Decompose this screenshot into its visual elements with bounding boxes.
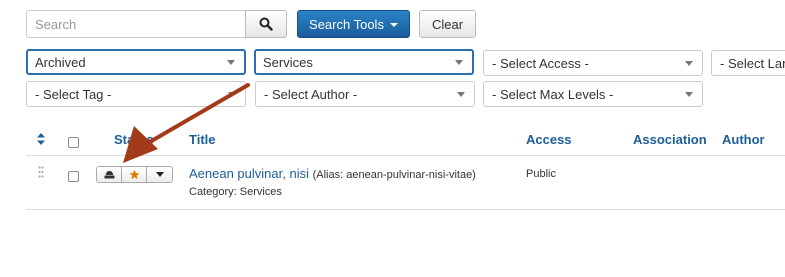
- annotation-arrow-icon: [123, 83, 250, 163]
